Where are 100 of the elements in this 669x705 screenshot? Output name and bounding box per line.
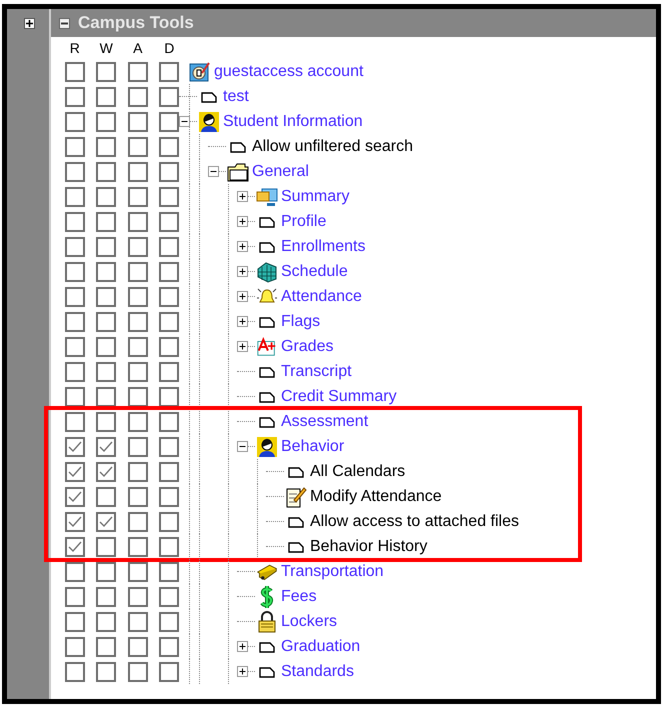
permission-checkbox[interactable] bbox=[96, 612, 116, 632]
expand-toggle-icon[interactable] bbox=[237, 666, 248, 677]
permission-checkbox[interactable] bbox=[159, 86, 180, 106]
permission-checkbox[interactable] bbox=[159, 386, 180, 406]
permission-checkbox[interactable] bbox=[96, 62, 116, 82]
tool-link[interactable]: test bbox=[223, 84, 249, 108]
permission-checkbox[interactable] bbox=[96, 412, 116, 432]
tool-link[interactable]: Transportation bbox=[281, 560, 384, 584]
collapse-toggle-icon[interactable] bbox=[179, 116, 190, 127]
permission-checkbox[interactable] bbox=[128, 112, 148, 132]
permission-checkbox[interactable] bbox=[159, 462, 180, 482]
permission-checkbox[interactable] bbox=[96, 512, 116, 532]
permission-checkbox[interactable] bbox=[128, 662, 148, 682]
collapse-icon[interactable] bbox=[59, 18, 70, 28]
permission-checkbox[interactable] bbox=[64, 62, 85, 82]
permission-checkbox[interactable] bbox=[96, 536, 116, 556]
permission-checkbox[interactable] bbox=[159, 436, 180, 456]
tool-link[interactable]: Transcript bbox=[281, 360, 352, 384]
expand-toggle-icon[interactable] bbox=[237, 241, 248, 252]
permission-checkbox[interactable] bbox=[96, 312, 116, 332]
permission-checkbox[interactable] bbox=[128, 286, 148, 306]
tool-link[interactable]: Graduation bbox=[281, 634, 360, 658]
tool-link[interactable]: Grades bbox=[281, 334, 334, 358]
permission-checkbox[interactable] bbox=[64, 336, 85, 356]
permission-checkbox[interactable] bbox=[64, 586, 85, 606]
permission-checkbox[interactable] bbox=[128, 486, 148, 506]
permission-checkbox[interactable] bbox=[128, 586, 148, 606]
permission-checkbox[interactable] bbox=[159, 336, 180, 356]
permission-checkbox[interactable] bbox=[96, 462, 116, 482]
collapse-toggle-icon[interactable] bbox=[208, 166, 219, 177]
permission-checkbox[interactable] bbox=[64, 212, 85, 232]
expand-toggle-icon[interactable] bbox=[237, 291, 248, 302]
permission-checkbox[interactable] bbox=[96, 562, 116, 582]
permission-checkbox[interactable] bbox=[64, 262, 85, 282]
permission-checkbox[interactable] bbox=[159, 636, 180, 656]
tool-link[interactable]: Behavior bbox=[281, 434, 344, 458]
permission-checkbox[interactable] bbox=[64, 436, 85, 456]
permission-checkbox[interactable] bbox=[64, 486, 85, 506]
expand-toggle-icon[interactable] bbox=[237, 341, 248, 352]
permission-checkbox[interactable] bbox=[64, 112, 85, 132]
permission-checkbox[interactable] bbox=[159, 186, 180, 206]
tool-link[interactable]: Enrollments bbox=[281, 234, 366, 258]
permission-checkbox[interactable] bbox=[64, 236, 85, 256]
permission-checkbox[interactable] bbox=[96, 436, 116, 456]
permission-checkbox[interactable] bbox=[96, 112, 116, 132]
permission-checkbox[interactable] bbox=[96, 186, 116, 206]
permission-checkbox[interactable] bbox=[159, 312, 180, 332]
permission-checkbox[interactable] bbox=[96, 212, 116, 232]
permission-checkbox[interactable] bbox=[128, 162, 148, 182]
tool-link[interactable]: Lockers bbox=[281, 610, 338, 634]
permission-checkbox[interactable] bbox=[128, 612, 148, 632]
tool-link[interactable]: Assessment bbox=[281, 410, 368, 434]
permission-checkbox[interactable] bbox=[128, 562, 148, 582]
permission-checkbox[interactable] bbox=[159, 212, 180, 232]
permission-checkbox[interactable] bbox=[96, 386, 116, 406]
tool-link[interactable]: Attendance bbox=[281, 284, 362, 308]
permission-checkbox[interactable] bbox=[128, 336, 148, 356]
permission-checkbox[interactable] bbox=[64, 386, 85, 406]
permission-checkbox[interactable] bbox=[159, 362, 180, 382]
tool-link[interactable]: Summary bbox=[281, 184, 350, 208]
expand-toggle-icon[interactable] bbox=[237, 316, 248, 327]
permission-checkbox[interactable] bbox=[128, 536, 148, 556]
permission-checkbox[interactable] bbox=[96, 362, 116, 382]
permission-checkbox[interactable] bbox=[96, 662, 116, 682]
permission-checkbox[interactable] bbox=[128, 462, 148, 482]
permission-checkbox[interactable] bbox=[159, 262, 180, 282]
permission-checkbox[interactable] bbox=[159, 286, 180, 306]
tool-link[interactable]: Flags bbox=[281, 310, 320, 334]
permission-checkbox[interactable] bbox=[128, 262, 148, 282]
permission-checkbox[interactable] bbox=[128, 86, 148, 106]
permission-checkbox[interactable] bbox=[64, 186, 85, 206]
permission-checkbox[interactable] bbox=[64, 512, 85, 532]
permission-checkbox[interactable] bbox=[96, 286, 116, 306]
permission-checkbox[interactable] bbox=[64, 312, 85, 332]
tool-link[interactable]: General bbox=[252, 160, 309, 184]
permission-checkbox[interactable] bbox=[159, 162, 180, 182]
permission-checkbox[interactable] bbox=[128, 636, 148, 656]
permission-checkbox[interactable] bbox=[64, 462, 85, 482]
permission-checkbox[interactable] bbox=[64, 412, 85, 432]
tool-link[interactable]: guestaccess account bbox=[214, 60, 364, 84]
expand-toggle-icon[interactable] bbox=[237, 641, 248, 652]
expand-all-icon[interactable] bbox=[24, 18, 35, 29]
expand-toggle-icon[interactable] bbox=[237, 191, 248, 202]
permission-checkbox[interactable] bbox=[128, 236, 148, 256]
permission-checkbox[interactable] bbox=[128, 186, 148, 206]
tool-link[interactable]: Credit Summary bbox=[281, 384, 397, 408]
tool-link[interactable]: Profile bbox=[281, 210, 326, 234]
permission-checkbox[interactable] bbox=[64, 86, 85, 106]
tool-link[interactable]: Student Information bbox=[223, 110, 363, 134]
permission-checkbox[interactable] bbox=[128, 362, 148, 382]
tool-link[interactable]: Schedule bbox=[281, 260, 348, 284]
permission-checkbox[interactable] bbox=[128, 212, 148, 232]
permission-checkbox[interactable] bbox=[64, 362, 85, 382]
permission-checkbox[interactable] bbox=[96, 262, 116, 282]
permission-checkbox[interactable] bbox=[64, 136, 85, 156]
expand-toggle-icon[interactable] bbox=[237, 216, 248, 227]
expand-toggle-icon[interactable] bbox=[237, 266, 248, 277]
collapse-toggle-icon[interactable] bbox=[237, 441, 248, 452]
permission-checkbox[interactable] bbox=[96, 236, 116, 256]
permission-checkbox[interactable] bbox=[64, 612, 85, 632]
